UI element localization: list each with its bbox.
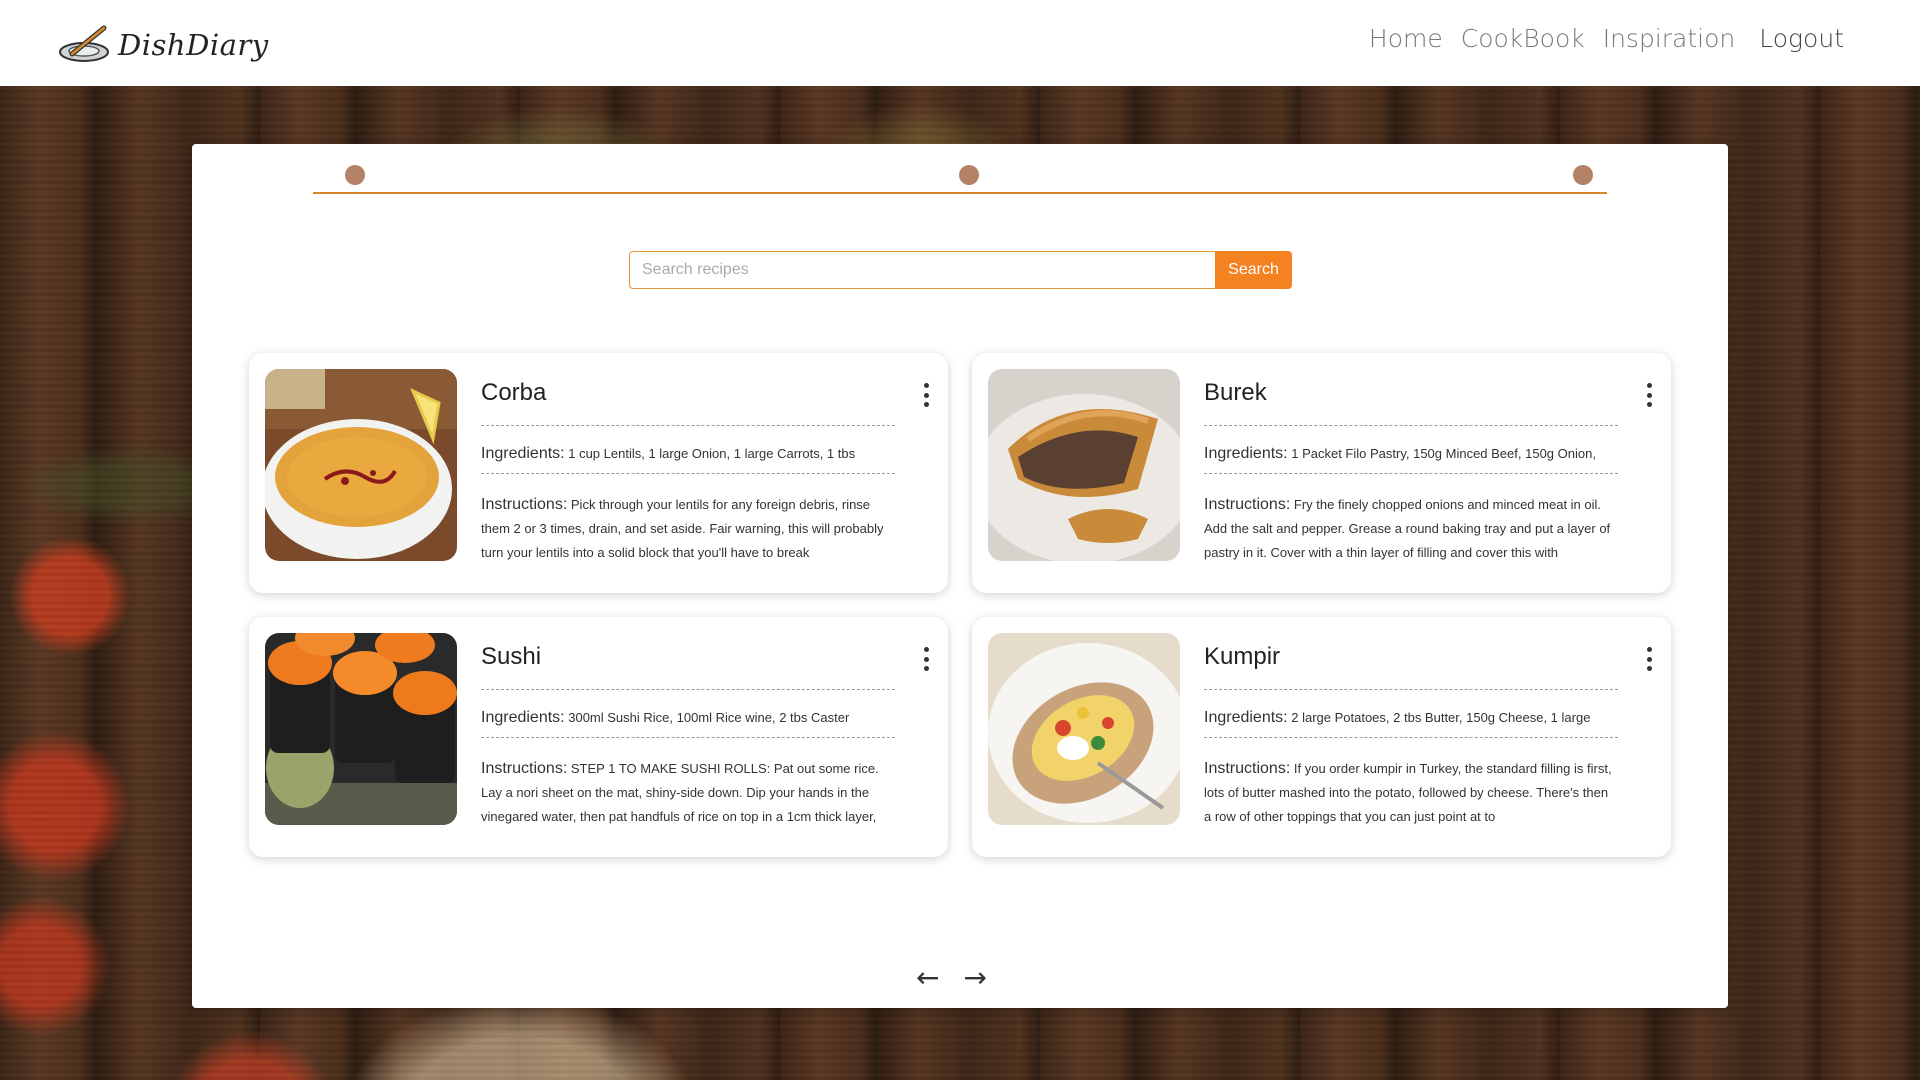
more-options-icon[interactable] [916, 383, 936, 407]
more-options-icon[interactable] [916, 647, 936, 671]
recipe-card[interactable]: Kumpir Ingredients: 2 large Potatoes, 2 … [972, 617, 1671, 857]
divider [1204, 689, 1618, 690]
ingredients-text: 1 cup Lentils, 1 large Onion, 1 large Ca… [568, 446, 856, 461]
recipe-title: Sushi [481, 643, 542, 670]
ingredients-text: 1 Packet Filo Pastry, 150g Minced Beef, … [1291, 446, 1596, 461]
stepper-dot-3[interactable] [1573, 165, 1593, 185]
divider [481, 425, 895, 426]
search-bar: Search [629, 251, 1292, 289]
ingredients-label: Ingredients: [1204, 709, 1288, 726]
recipe-card[interactable]: Sushi Ingredients: 300ml Sushi Rice, 100… [249, 617, 948, 857]
divider [1204, 737, 1618, 738]
divider [1204, 473, 1618, 474]
nav-home[interactable]: Home [1369, 24, 1443, 53]
brand-name: DishDiary [118, 28, 269, 62]
divider [1204, 425, 1618, 426]
recipe-image-corba [265, 369, 457, 561]
main-nav: Home CookBook Inspiration Logout [1351, 24, 1844, 53]
recipe-card[interactable]: Burek Ingredients: 1 Packet Filo Pastry,… [972, 353, 1671, 593]
stepper-line [313, 192, 1607, 194]
more-options-icon[interactable] [1639, 647, 1659, 671]
ingredients-text: 300ml Sushi Rice, 100ml Rice wine, 2 tbs… [568, 710, 850, 725]
stepper-dot-1[interactable] [345, 165, 365, 185]
recipe-instructions: Instructions: STEP 1 TO MAKE SUSHI ROLLS… [481, 757, 895, 831]
recipe-title: Burek [1204, 379, 1267, 406]
recipe-ingredients: Ingredients: 300ml Sushi Rice, 100ml Ric… [481, 709, 895, 727]
logo[interactable]: DishDiary [58, 24, 269, 66]
ingredients-label: Ingredients: [481, 445, 565, 462]
nav-inspiration[interactable]: Inspiration [1603, 24, 1736, 53]
pagination: ← → [916, 964, 987, 992]
instructions-label: Instructions: [481, 496, 568, 513]
search-input[interactable] [629, 251, 1215, 289]
recipe-card[interactable]: Corba Ingredients: 1 cup Lentils, 1 larg… [249, 353, 948, 593]
recipe-title: Kumpir [1204, 643, 1281, 670]
recipe-ingredients: Ingredients: 1 Packet Filo Pastry, 150g … [1204, 445, 1618, 463]
arrow-right-icon[interactable]: → [963, 964, 986, 992]
stepper-dot-2[interactable] [959, 165, 979, 185]
recipe-title: Corba [481, 379, 547, 406]
instructions-label: Instructions: [1204, 496, 1291, 513]
recipe-image-burek [988, 369, 1180, 561]
recipe-ingredients: Ingredients: 1 cup Lentils, 1 large Onio… [481, 445, 895, 463]
ingredients-label: Ingredients: [481, 709, 565, 726]
nav-cookbook[interactable]: CookBook [1461, 24, 1585, 53]
instructions-label: Instructions: [481, 760, 568, 777]
recipe-instructions: Instructions: Fry the finely chopped oni… [1204, 493, 1618, 567]
logout-link[interactable]: Logout [1759, 24, 1844, 53]
recipe-image-sushi [265, 633, 457, 825]
recipe-instructions: Instructions: If you order kumpir in Tur… [1204, 757, 1618, 831]
divider [481, 689, 895, 690]
progress-stepper [313, 154, 1607, 200]
ingredients-text: 2 large Potatoes, 2 tbs Butter, 150g Che… [1291, 710, 1591, 725]
recipe-ingredients: Ingredients: 2 large Potatoes, 2 tbs But… [1204, 709, 1618, 727]
divider [481, 473, 895, 474]
recipe-image-kumpir [988, 633, 1180, 825]
top-navbar: DishDiary Home CookBook Inspiration Logo… [0, 0, 1920, 86]
arrow-left-icon[interactable]: ← [916, 964, 939, 992]
recipe-instructions: Instructions: Pick through your lentils … [481, 493, 895, 567]
plate-icon [58, 24, 112, 66]
search-button[interactable]: Search [1215, 251, 1292, 289]
recipes-panel: Search Corba Ingredients: 1 cup Lentils,… [192, 144, 1728, 1008]
more-options-icon[interactable] [1639, 383, 1659, 407]
divider [481, 737, 895, 738]
instructions-label: Instructions: [1204, 760, 1291, 777]
ingredients-label: Ingredients: [1204, 445, 1288, 462]
